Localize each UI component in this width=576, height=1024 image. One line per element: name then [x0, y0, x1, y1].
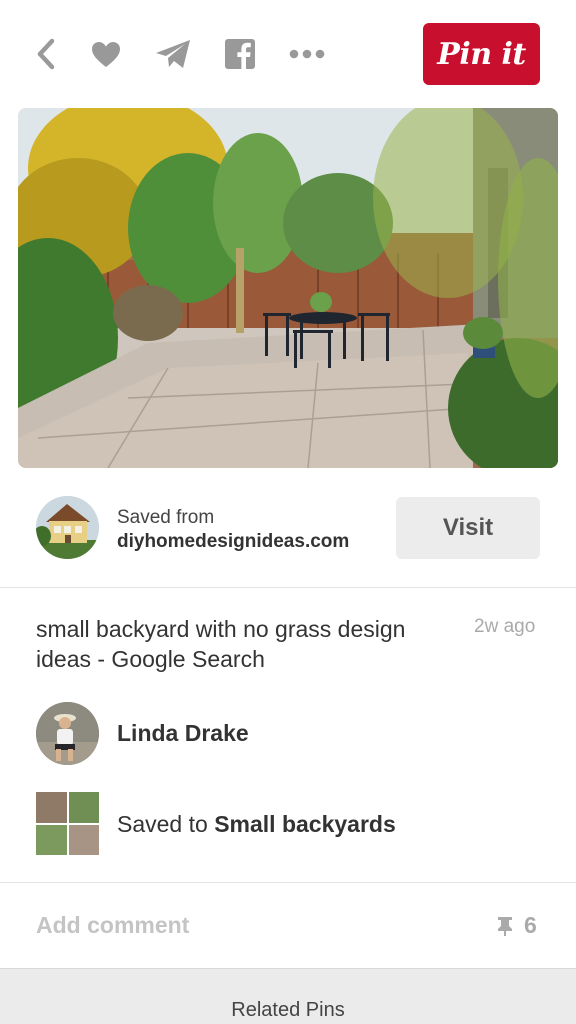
paper-plane-icon [156, 40, 190, 68]
heart-icon [92, 41, 120, 67]
pin-toolbar: Pin it [0, 0, 576, 108]
saved-from-label: Saved from [117, 507, 215, 528]
visit-button[interactable]: Visit [396, 497, 540, 559]
facebook-share-button[interactable] [224, 34, 256, 74]
related-pins-tab[interactable]: Related Pins [0, 968, 576, 1024]
like-button[interactable] [88, 34, 124, 74]
back-button[interactable] [30, 34, 62, 74]
more-dots-icon [289, 49, 325, 59]
pin-description: small backyard with no grass design idea… [36, 616, 406, 672]
pin-image[interactable] [18, 108, 558, 468]
repin-count: 6 [494, 912, 537, 939]
add-comment-button[interactable]: Add comment [36, 912, 189, 939]
divider [0, 882, 576, 883]
chevron-left-icon [37, 38, 55, 70]
pin-it-button[interactable]: Pin it [423, 23, 540, 85]
repin-count-value: 6 [524, 912, 537, 938]
send-button[interactable] [154, 34, 192, 74]
source-domain-link[interactable]: diyhomedesignideas.com [117, 531, 349, 553]
board-thumb-1 [36, 792, 67, 823]
saved-to-board[interactable]: Saved to Small backyards [117, 811, 396, 838]
board-thumbnail[interactable] [36, 792, 99, 855]
board-name[interactable]: Small backyards [214, 811, 396, 837]
board-thumb-4 [68, 824, 99, 855]
source-avatar[interactable] [36, 496, 99, 559]
saved-to-label: Saved to [117, 811, 215, 837]
facebook-icon [225, 39, 255, 69]
pin-timestamp: 2w ago [474, 616, 536, 637]
board-thumb-3 [36, 824, 67, 855]
user-name[interactable]: Linda Drake [117, 720, 249, 747]
user-avatar[interactable] [36, 702, 99, 765]
source-section: Saved from diyhomedesignideas.com Visit [0, 468, 576, 588]
pushpin-icon [498, 916, 512, 936]
board-thumb-2 [68, 792, 99, 823]
more-button[interactable] [288, 34, 326, 74]
